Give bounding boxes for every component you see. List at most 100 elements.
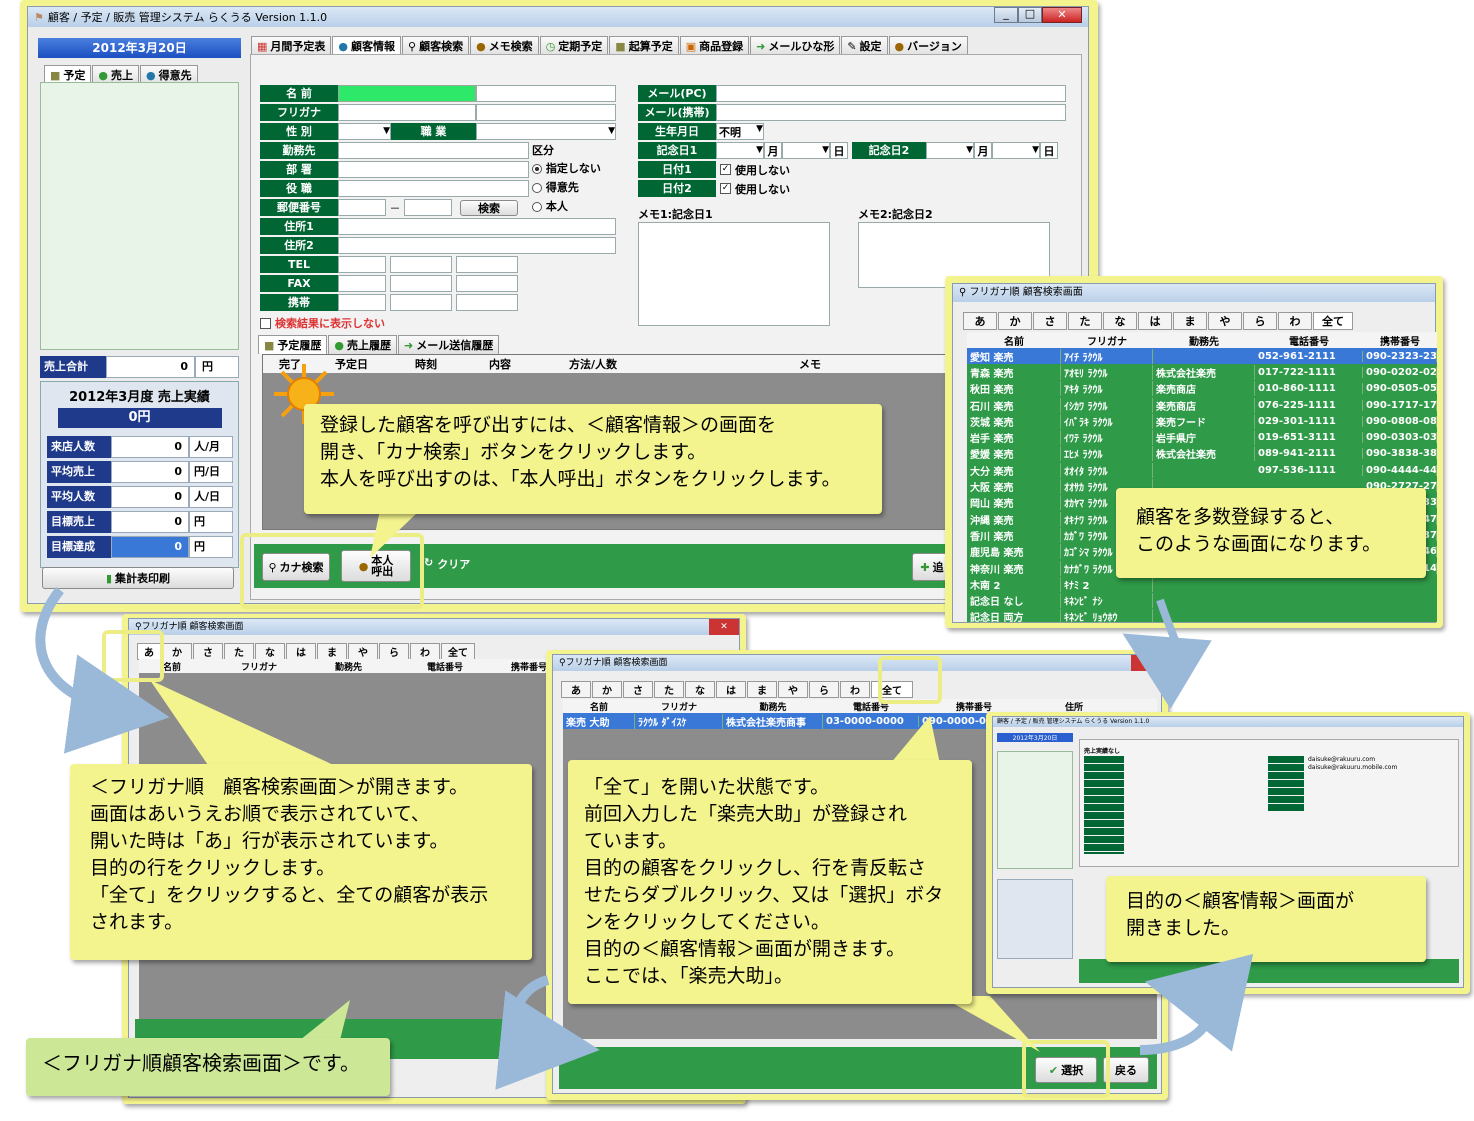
kana-tab-a[interactable]: あ (963, 312, 997, 330)
tab-regular[interactable]: ◷ 定期予定 (539, 36, 609, 55)
table-row[interactable]: 記念日 なし ｷﾈﾝﾋﾞ ﾅｼ (967, 592, 1437, 609)
kubun-opt-2[interactable]: 本人 (532, 198, 618, 214)
kana-tab-ya[interactable]: や (348, 643, 378, 660)
tel1-input[interactable] (338, 256, 386, 273)
date1-checkbox[interactable]: ✓ (720, 164, 731, 175)
table-row[interactable]: 記念日 両方 ｷﾈﾝﾋﾞ ﾘｮｳﾎｳ (967, 609, 1437, 622)
date2-checkbox[interactable]: ✓ (720, 183, 731, 194)
table-row[interactable]: 茨城 楽売 ｲﾊﾞﾗｷ ﾗｸｳﾙ 楽売フード 029-301-1111 090-0808… (967, 413, 1437, 429)
fax2-input[interactable] (390, 275, 452, 292)
kana-tab-ha[interactable]: は (1138, 312, 1172, 330)
table-row[interactable]: 木南 2 ｷﾅﾐ 2 (967, 576, 1437, 592)
memo1-textarea[interactable] (638, 222, 830, 326)
kana-tab-ha[interactable]: は (286, 643, 316, 660)
kana-tab-ra[interactable]: ら (809, 681, 839, 698)
table-row[interactable]: 愛知 楽売 ｱｲﾁ ﾗｸｳﾙ 052-961-2111 090-2323-232 (967, 348, 1437, 365)
anniv1-day[interactable]: ▼ (782, 142, 830, 159)
kubun-opt-1[interactable]: 得意先 (532, 179, 618, 195)
kana-tab-wa[interactable]: わ (840, 681, 870, 698)
tab-memo-search[interactable]: ● メモ検索 (470, 36, 539, 55)
kana-tab-all[interactable]: 全て (441, 643, 475, 660)
dept-input[interactable] (338, 161, 529, 178)
result-date: 2012年3月20日 (997, 733, 1073, 742)
table-row[interactable]: 青森 楽売 ｱｵﾓﾘ ﾗｸｳﾙ 株式会社楽売 017-722-1111 090-0202… (967, 364, 1437, 380)
zip2-input[interactable] (404, 199, 452, 216)
kana-tab-ka[interactable]: か (162, 643, 192, 660)
kana-tab-ya[interactable]: や (1208, 312, 1242, 330)
search-icon: ⚲ (959, 287, 967, 298)
mail-mobile-input[interactable] (716, 104, 1066, 121)
post-input[interactable] (338, 180, 529, 197)
anniv1-month[interactable]: ▼ (716, 142, 764, 159)
close-button[interactable]: ✕ (709, 619, 739, 635)
company-input[interactable] (338, 142, 529, 159)
table-row[interactable]: 大分 楽売 ｵｵｲﾀ ﾗｸｳﾙ 097-536-1111 090-4444-444 (967, 462, 1437, 478)
table-row[interactable]: 秋田 楽売 ｱｷﾀ ﾗｸｳﾙ 楽売商店 010-860-1111 090-0505-05… (967, 381, 1437, 397)
kana-tab-ta[interactable]: た (654, 681, 684, 698)
addr1-input[interactable] (338, 218, 616, 235)
close-button[interactable]: ✕ (1042, 7, 1082, 23)
kana-tab-ra[interactable]: ら (379, 643, 409, 660)
tab-mail-history[interactable]: ➜ メール送信履歴 (398, 335, 500, 354)
tab-monthly[interactable]: ▦ 月間予定表 (251, 36, 332, 55)
gender-select[interactable]: ▼ (338, 123, 391, 140)
kana-tab-wa[interactable]: わ (1278, 312, 1312, 330)
maximize-button[interactable]: □ (1018, 7, 1042, 23)
furigana-input2[interactable] (476, 104, 616, 121)
name-input2[interactable] (476, 85, 616, 102)
mail-pc-input[interactable] (716, 85, 1066, 102)
print-summary-button[interactable]: ▮ 集計表印刷 (42, 567, 234, 589)
kana-tab-ha[interactable]: は (716, 681, 746, 698)
kana-tab-na[interactable]: な (1103, 312, 1137, 330)
fax3-input[interactable] (456, 275, 518, 292)
tab-mail-template[interactable]: ➜ メールひな形 (750, 36, 841, 55)
mobile2-input[interactable] (390, 294, 452, 311)
birthday-select[interactable]: 不明 ▼ (716, 123, 764, 140)
table-row[interactable]: 岩手 楽売 ｲﾜﾃ ﾗｸｳﾙ 岩手県庁 019-651-3111 090-0303-03… (967, 429, 1437, 446)
kana-tab-sa[interactable]: さ (193, 643, 223, 660)
zip-search-button[interactable]: 検索 (460, 199, 518, 216)
mobile3-input[interactable] (456, 294, 518, 311)
name-input[interactable] (338, 85, 476, 102)
addr2-input[interactable] (338, 237, 616, 254)
kana-tab-ya[interactable]: や (778, 681, 808, 698)
tab-customer-info[interactable]: ● 顧客情報 (332, 36, 402, 55)
kana-tab-ma[interactable]: ま (747, 681, 777, 698)
tab-products[interactable]: ▣ 商品登録 (679, 36, 750, 55)
kana-tab-ta[interactable]: た (1068, 312, 1102, 330)
tab-kisan[interactable]: ■ 起算予定 (609, 36, 679, 55)
mobile1-input[interactable] (338, 294, 386, 311)
furigana-input[interactable] (338, 104, 476, 121)
fax1-input[interactable] (338, 275, 386, 292)
kana-tab-a[interactable]: あ (561, 681, 591, 698)
kubun-opt-0[interactable]: 指定しない (532, 160, 618, 176)
tab-yotei-history[interactable]: ■ 予定履歴 (258, 335, 328, 354)
kana-tab-ma[interactable]: ま (1173, 312, 1207, 330)
kana-tab-ka[interactable]: か (998, 312, 1032, 330)
zip1-input[interactable] (338, 199, 386, 216)
tel3-input[interactable] (456, 256, 518, 273)
kana-tab-ma[interactable]: ま (317, 643, 347, 660)
kana-tab-ra[interactable]: ら (1243, 312, 1277, 330)
kana-tab-na[interactable]: な (685, 681, 715, 698)
tel2-input[interactable] (390, 256, 452, 273)
tab-customer-search[interactable]: ⚲ 顧客検索 (402, 36, 470, 55)
tab-version[interactable]: ● バージョン (888, 36, 968, 55)
tab-uriage-history[interactable]: ● 売上履歴 (328, 335, 398, 354)
job-select[interactable]: ▼ (476, 123, 616, 140)
kana-tab-sa[interactable]: さ (1033, 312, 1067, 330)
hide-results-checkbox[interactable] (260, 317, 271, 329)
kana-tab-wa[interactable]: わ (410, 643, 440, 660)
close-button[interactable]: ✕ (1131, 655, 1161, 671)
table-row[interactable]: 愛媛 楽売 ｴﾋﾒ ﾗｸｳﾙ 株式会社楽売 089-941-2111 090-3838-… (967, 446, 1437, 462)
minimize-button[interactable]: _ (994, 7, 1018, 23)
kana-tab-ka[interactable]: か (592, 681, 622, 698)
anniv2-day[interactable]: ▼ (992, 142, 1040, 159)
kana-tab-all[interactable]: 全て (1313, 312, 1353, 330)
table-row[interactable]: 石川 楽売 ｲｼｶﾜ ﾗｸｳﾙ 楽売商店 076-225-1111 090-1717-1… (967, 397, 1437, 413)
tab-settings[interactable]: ✎ 設定 (841, 36, 888, 55)
kana-tab-ta[interactable]: た (224, 643, 254, 660)
anniv2-month[interactable]: ▼ (926, 142, 974, 159)
kana-tab-na[interactable]: な (255, 643, 285, 660)
kana-tab-sa[interactable]: さ (623, 681, 653, 698)
